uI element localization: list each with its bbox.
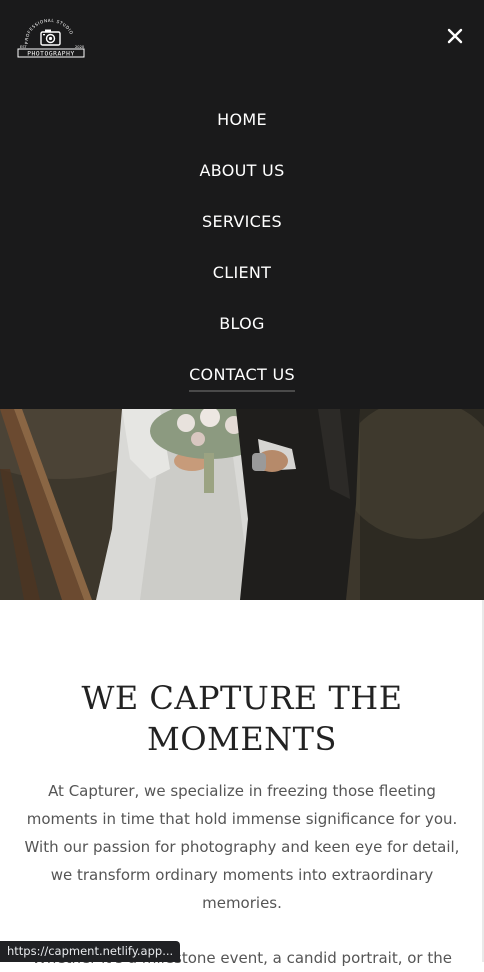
nav-item-contact-us: CONTACT US <box>0 349 484 400</box>
nav-link-about-us[interactable]: ABOUT US <box>199 161 284 180</box>
nav-item-blog: BLOG <box>0 298 484 349</box>
logo-est-left: EST <box>20 45 28 49</box>
nav-link-contact-us[interactable]: CONTACT US <box>189 365 295 392</box>
nav-link-home[interactable]: HOME <box>217 110 267 129</box>
close-icon <box>447 28 463 44</box>
studio-logo[interactable]: PROFESSIONAL STUDIO EST 2020 PHOTOGRAPHY <box>14 18 88 58</box>
status-bar-url: https://capment.netlify.app... <box>0 941 181 962</box>
nav-link-services[interactable]: SERVICES <box>202 212 282 231</box>
page-title: WE CAPTURE THE MOMENTS <box>0 678 484 760</box>
nav-link-client[interactable]: CLIENT <box>213 263 271 282</box>
nav-item-about-us: ABOUT US <box>0 145 484 196</box>
nav-link-blog[interactable]: BLOG <box>219 314 265 333</box>
nav-menu: HOME ABOUT US SERVICES CLIENT BLOG CONTA… <box>0 94 484 400</box>
headline-line-1: WE CAPTURE THE <box>81 679 403 717</box>
headline-line-2: MOMENTS <box>147 720 337 758</box>
nav-item-services: SERVICES <box>0 196 484 247</box>
nav-item-home: HOME <box>0 94 484 145</box>
wedding-couple-photo <box>0 409 484 600</box>
logo-est-right: 2020 <box>75 45 85 49</box>
mobile-nav-overlay: PROFESSIONAL STUDIO EST 2020 PHOTOGRAPHY… <box>0 0 484 409</box>
intro-paragraph: At Capturer, we specialize in freezing t… <box>24 782 460 912</box>
logo-name: PHOTOGRAPHY <box>27 51 75 58</box>
hero-image <box>0 409 484 600</box>
camera-logo-icon: PROFESSIONAL STUDIO EST 2020 PHOTOGRAPHY <box>17 18 85 58</box>
nav-item-client: CLIENT <box>0 247 484 298</box>
close-menu-button[interactable] <box>443 24 467 48</box>
